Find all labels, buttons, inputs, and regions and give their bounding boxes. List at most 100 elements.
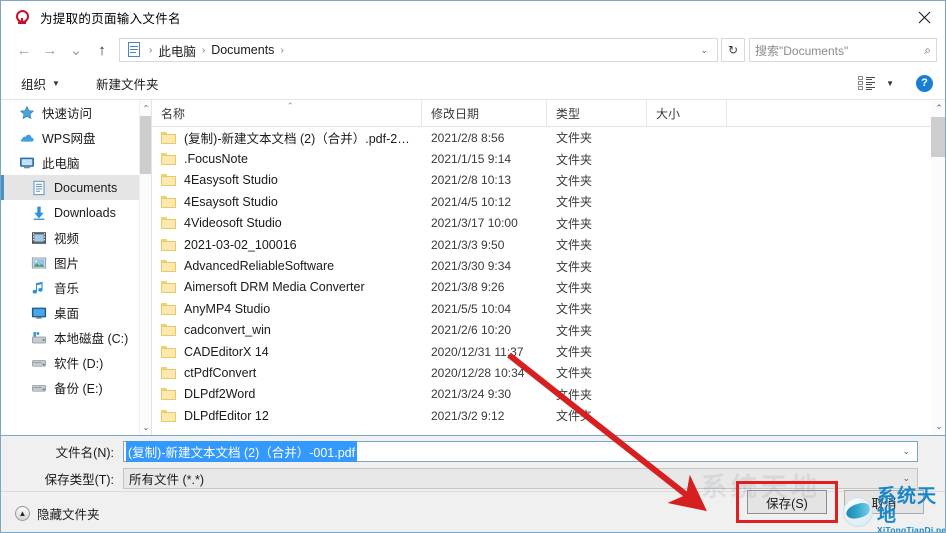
sidebar-item-documents[interactable]: Documents xyxy=(1,175,151,200)
breadcrumb-documents[interactable]: Documents xyxy=(208,43,277,57)
dialog-body: 快速访问 WPS网盘此电脑 Documents Downloads 视频图片音乐桌面本地… xyxy=(1,99,945,435)
sidebar-item-label: 图片 xyxy=(54,257,80,271)
sidebar-item-d[interactable]: 软件 (D:) xyxy=(1,350,151,375)
chevron-up-icon[interactable]: ▲ xyxy=(15,506,30,521)
filetype-select[interactable]: 所有文件 (*.*) ⌄ xyxy=(123,467,918,489)
sidebar-item-[interactable]: 快速访问 xyxy=(1,100,151,125)
folder-icon xyxy=(161,281,176,294)
sidebar-scrollbar[interactable]: ⌃ ⌄ xyxy=(139,100,151,435)
table-row[interactable]: cadconvert_win 2021/2/6 10:20 文件夹 xyxy=(152,320,945,341)
watermark-en: XiTongTianDi.net xyxy=(877,525,946,533)
file-name-cell: AnyMP4 Studio xyxy=(184,301,271,316)
desktop-icon xyxy=(31,305,47,321)
sidebar-item-[interactable]: 图片 xyxy=(1,250,151,275)
watermark-text: 系统天地 XiTongTianDi.net xyxy=(877,487,946,533)
breadcrumb-separator[interactable]: › xyxy=(277,45,286,56)
column-header-0[interactable]: ⌃ 名称 xyxy=(152,99,422,127)
file-name-cell: DLPdfEditor 12 xyxy=(184,408,269,423)
file-date-cell: 2021/4/5 10:12 xyxy=(431,194,512,209)
new-folder-button[interactable]: 新建文件夹 xyxy=(90,71,165,95)
help-icon[interactable]: ? xyxy=(916,74,933,92)
sidebar-item-label: Documents xyxy=(54,180,118,195)
folder-icon xyxy=(161,345,176,358)
table-row[interactable]: AnyMP4 Studio 2021/5/5 10:04 文件夹 xyxy=(152,298,945,319)
filename-value[interactable]: (复制)-新建文本文档 (2)（合并）-001.pdf xyxy=(126,440,358,462)
file-date-cell: 2021/3/17 10:00 xyxy=(431,216,518,231)
folder-icon xyxy=(161,131,176,144)
table-row[interactable]: AdvancedReliableSoftware 2021/3/30 9:34 文件… xyxy=(152,255,945,276)
scroll-down-icon[interactable]: ⌄ xyxy=(931,418,945,435)
sidebar-scroll-thumb[interactable] xyxy=(140,116,151,174)
table-row[interactable]: (复制)-新建文本文档 (2)（合并）.pdf-2… 2021/2/8 8:56 文… xyxy=(152,127,945,148)
search-input[interactable]: 搜索"Documents" xyxy=(755,42,924,59)
close-icon[interactable] xyxy=(901,1,945,33)
table-row[interactable]: 4Easysoft Studio 2021/2/8 10:13 文件夹 xyxy=(152,170,945,191)
table-row[interactable]: 2021-03-02_100016 2021/3/3 9:50 文件夹 xyxy=(152,234,945,255)
filename-row: 文件名(N): (复制)-新建文本文档 (2)（合并）-001.pdf ⌄ xyxy=(1,440,945,462)
navigation-items: 快速访问 WPS网盘此电脑 Documents Downloads 视频图片音乐桌面本地… xyxy=(1,100,151,400)
sidebar-item-wps[interactable]: WPS网盘 xyxy=(1,125,151,150)
chevron-down-icon[interactable]: ⌄ xyxy=(902,446,917,457)
file-date-cell: 2021/3/3 9:50 xyxy=(431,237,505,252)
sidebar-item-[interactable]: 桌面 xyxy=(1,300,151,325)
back-icon[interactable]: ← xyxy=(11,37,37,63)
scroll-down-icon[interactable]: ⌄ xyxy=(140,419,151,435)
table-row[interactable]: Aimersoft DRM Media Converter 2021/3/8 9:… xyxy=(152,277,945,298)
sidebar-item-e[interactable]: 备份 (E:) xyxy=(1,375,151,400)
sidebar-item-[interactable]: 音乐 xyxy=(1,275,151,300)
title-bar: 为提取的页面输入文件名 xyxy=(1,1,945,33)
file-type-cell: 文件夹 xyxy=(556,302,593,317)
file-type-cell: 文件夹 xyxy=(556,173,593,188)
table-row[interactable]: 4Esaysoft Studio 2021/4/5 10:12 文件夹 xyxy=(152,191,945,212)
breadcrumb-separator: › xyxy=(201,44,206,56)
recent-locations-icon[interactable]: ⌄ xyxy=(63,37,89,63)
column-header-3[interactable]: 大小 xyxy=(647,99,727,127)
file-date-cell: 2021/3/24 9:30 xyxy=(431,387,512,402)
file-name-cell: 2021-03-02_100016 xyxy=(184,237,297,252)
table-row[interactable]: DLPdfEditor 12 2021/3/2 9:12 文件夹 xyxy=(152,405,945,426)
scroll-up-icon[interactable]: ⌃ xyxy=(140,100,151,116)
sidebar-item-downloads[interactable]: Downloads xyxy=(1,200,151,225)
address-dropdown-icon[interactable]: ⌄ xyxy=(693,45,715,56)
organize-button[interactable]: 组织 ▼ xyxy=(15,71,66,95)
forward-icon[interactable]: → xyxy=(37,37,63,63)
file-scroll-thumb[interactable] xyxy=(931,117,945,157)
table-row[interactable]: DLPdf2Word 2021/3/24 9:30 文件夹 xyxy=(152,384,945,405)
breadcrumb-this-pc[interactable]: 此电脑 xyxy=(155,41,199,60)
file-list-scrollbar[interactable]: ⌃ ⌄ xyxy=(931,100,945,435)
column-header-1[interactable]: 修改日期 xyxy=(422,99,547,127)
file-name-cell: .FocusNote xyxy=(184,152,248,167)
file-type-cell: 文件夹 xyxy=(556,152,593,167)
scroll-up-icon[interactable]: ⌃ xyxy=(931,100,945,117)
chevron-down-icon[interactable]: ▼ xyxy=(886,79,894,88)
organize-label: 组织 xyxy=(21,77,47,92)
up-icon[interactable]: ↑ xyxy=(89,37,115,63)
table-row[interactable]: CADEditorX 14 2020/12/31 11:37 文件夹 xyxy=(152,341,945,362)
column-header-2[interactable]: 类型 xyxy=(547,99,647,127)
sidebar-item-label: WPS网盘 xyxy=(42,132,96,146)
hide-folders-toggle[interactable]: ▲ 隐藏文件夹 xyxy=(15,504,100,523)
file-rows: (复制)-新建文本文档 (2)（合并）.pdf-2… 2021/2/8 8:56 文… xyxy=(152,127,945,435)
view-mode-control[interactable]: ▼ xyxy=(858,71,898,95)
column-header-label: 修改日期 xyxy=(431,106,480,121)
table-row[interactable]: 4Videosoft Studio 2021/3/17 10:00 文件夹 xyxy=(152,213,945,234)
sidebar-item-[interactable]: 此电脑 xyxy=(1,150,151,175)
filename-input[interactable]: (复制)-新建文本文档 (2)（合并）-001.pdf ⌄ xyxy=(123,440,918,462)
sysdrive-icon xyxy=(31,330,47,346)
view-list-icon[interactable] xyxy=(858,76,876,90)
file-type-cell: 文件夹 xyxy=(556,195,593,210)
file-type-cell: 文件夹 xyxy=(556,345,593,360)
folder-icon xyxy=(161,302,176,315)
sidebar-item-[interactable]: 视频 xyxy=(1,225,151,250)
chevron-down-icon[interactable]: ⌄ xyxy=(902,473,917,484)
table-row[interactable]: .FocusNote 2021/1/15 9:14 文件夹 xyxy=(152,148,945,169)
search-box[interactable]: 搜索"Documents" ⌕ xyxy=(749,38,937,62)
refresh-icon[interactable]: ↻ xyxy=(721,38,745,62)
table-row[interactable]: ctPdfConvert 2020/12/28 10:34 文件夹 xyxy=(152,362,945,383)
sidebar-item-label: 桌面 xyxy=(54,307,80,321)
sidebar-item-c[interactable]: 本地磁盘 (C:) xyxy=(1,325,151,350)
address-bar[interactable]: › 此电脑 › Documents › ⌄ xyxy=(119,38,718,62)
folder-icon xyxy=(161,195,176,208)
file-type-cell: 文件夹 xyxy=(556,409,593,424)
save-button[interactable]: 保存(S) xyxy=(747,490,827,514)
